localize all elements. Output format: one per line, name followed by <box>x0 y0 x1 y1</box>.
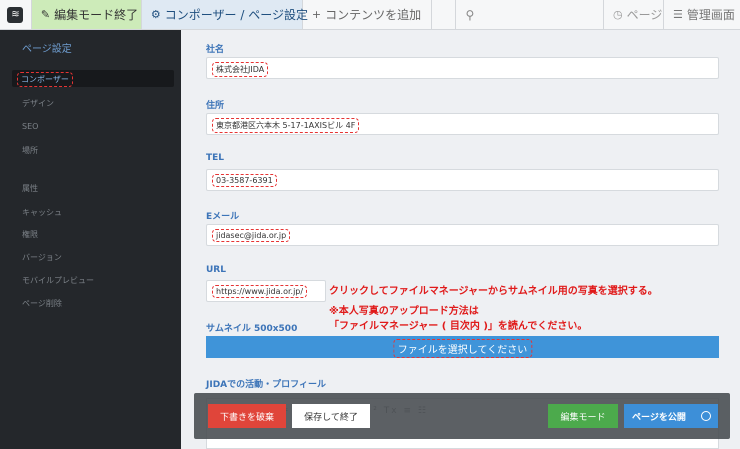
tel-field[interactable]: 03-3587-6391 <box>206 169 719 191</box>
publish-label: ページを公開 <box>632 412 686 423</box>
gear-icon: ⚙ <box>150 8 161 21</box>
tel-value: 03-3587-6391 <box>212 174 277 187</box>
publish-options-icon <box>701 411 711 421</box>
composer-form: 社名 株式会社JIDA 住所 東京都港区六本木 5-17-1AXISビル 4F … <box>181 30 740 449</box>
sidebar-item-composer[interactable]: コンポーザー <box>12 70 174 87</box>
save-and-exit-button[interactable]: 保存して終了 <box>292 404 370 428</box>
page-icon: ◷ <box>613 8 623 21</box>
search-icon: ⚲ <box>465 7 475 22</box>
plus-icon: + <box>311 8 322 21</box>
company-label: 社名 <box>206 45 225 55</box>
profile-label: JIDAでの活動・プロフィール <box>206 380 326 390</box>
logo-icon: ≋ <box>7 6 24 23</box>
discard-draft-button[interactable]: 下書きを破棄 <box>208 404 286 428</box>
sidebar-item-permissions[interactable]: 権限 <box>22 229 38 240</box>
page-button[interactable]: ◷ ページ <box>604 0 664 29</box>
top-toolbar: ≋ ✎ 編集モード終了 ⚙ コンポーザー / ページ設定 + コンテンツを追加 … <box>0 0 740 30</box>
edit-mode-button[interactable]: 編集モード <box>548 404 618 428</box>
thumbnail-label: サムネイル 500x500 <box>206 324 298 334</box>
pencil-icon: ✎ <box>40 8 51 21</box>
sidebar-item-seo[interactable]: SEO <box>22 122 38 131</box>
sidebar-item-cache[interactable]: キャッシュ <box>22 207 62 218</box>
composer-settings-tab[interactable]: ⚙ コンポーザー / ページ設定 <box>141 0 308 29</box>
composer-settings-label: コンポーザー / ページ設定 <box>164 8 308 22</box>
annotation-line-1: クリックしてファイルマネージャーからサムネイル用の写真を選択する。 <box>329 286 658 297</box>
file-select-button[interactable]: ファイルを選択してください <box>206 336 719 358</box>
sliders-icon: ☰ <box>673 8 683 21</box>
company-value: 株式会社JIDA <box>212 62 269 77</box>
toolbar-blank-slot <box>432 0 457 29</box>
url-value: https://www.jida.or.jp/ <box>212 285 308 298</box>
page-label: ページ <box>626 8 663 22</box>
url-field[interactable]: https://www.jida.or.jp/ <box>206 280 326 302</box>
address-field[interactable]: 東京都港区六本木 5-17-1AXISビル 4F <box>206 113 719 135</box>
sidebar-item-attributes[interactable]: 属性 <box>22 183 38 194</box>
email-value: jidasec@jida.or.jp <box>212 229 291 242</box>
publish-page-button[interactable]: ページを公開 <box>624 404 718 428</box>
url-label: URL <box>206 265 226 275</box>
sidebar-item-design[interactable]: デザイン <box>22 98 54 109</box>
company-field[interactable]: 株式会社JIDA <box>206 57 719 79</box>
add-contents-button[interactable]: + コンテンツを追加 <box>303 0 433 29</box>
add-contents-label: コンテンツを追加 <box>325 8 422 22</box>
address-value: 東京都港区六本木 5-17-1AXISビル 4F <box>212 118 360 133</box>
sidebar-item-delete-page[interactable]: ページ削除 <box>22 298 62 309</box>
annotation-line-3: 「ファイルマネージャー ( 目次内 )」を読んでください。 <box>329 321 588 332</box>
edit-mode-end-label: 編集モード終了 <box>54 8 139 22</box>
settings-sidebar: ページ設定 コンポーザー デザイン SEO 場所 属性 キャッシュ 権限 バージ… <box>0 30 181 449</box>
email-field[interactable]: jidasec@jida.or.jp <box>206 224 719 246</box>
sidebar-item-label: コンポーザー <box>17 72 73 87</box>
sidebar-item-versions[interactable]: バージョン <box>22 252 62 263</box>
email-label: Eメール <box>206 212 240 222</box>
annotation-line-2: ※本人写真のアップロード方法は <box>329 306 479 317</box>
sidebar-title: ページ設定 <box>22 44 72 55</box>
concrete-logo[interactable]: ≋ <box>0 0 32 29</box>
tel-label: TEL <box>206 153 225 163</box>
search-button[interactable]: ⚲ <box>456 0 604 29</box>
admin-button[interactable]: ☰ 管理画面 <box>664 0 740 29</box>
bottom-action-bar: 下書きを破棄 保存して終了 編集モード ページを公開 <box>194 393 730 439</box>
edit-mode-end-button[interactable]: ✎ 編集モード終了 <box>31 0 142 29</box>
sidebar-item-location[interactable]: 場所 <box>22 145 38 156</box>
admin-label: 管理画面 <box>686 8 735 22</box>
sidebar-item-mobile-preview[interactable]: モバイルプレビュー <box>22 275 94 286</box>
file-select-label: ファイルを選択してください <box>392 339 533 358</box>
address-label: 住所 <box>206 101 225 111</box>
